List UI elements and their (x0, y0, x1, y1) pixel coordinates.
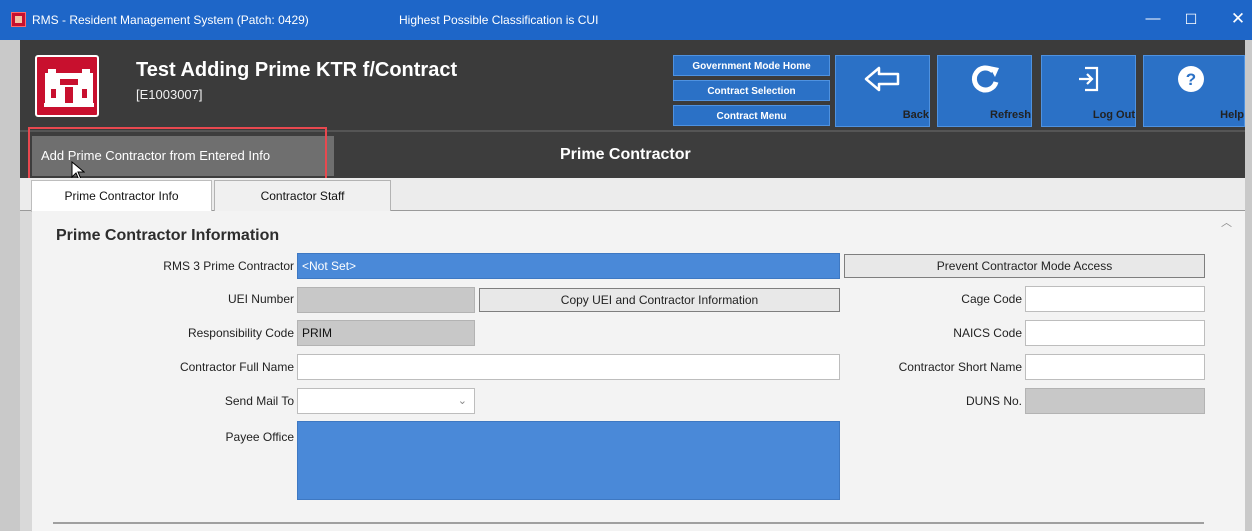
responsibility-code-field[interactable]: PRIM (297, 320, 475, 346)
contract-menu-link[interactable]: Contract Menu (673, 105, 830, 126)
send-mail-to-dropdown[interactable]: ⌄ (297, 388, 475, 414)
classification-label: Highest Possible Classification is CUI (399, 13, 599, 27)
help-icon: ? (1178, 66, 1204, 92)
duns-label: DUNS No. (965, 394, 1022, 408)
scroll-up-icon[interactable]: ︿ (1221, 214, 1232, 230)
send-mail-to-label: Send Mail To (224, 394, 294, 408)
prime-contractor-bar: Add Prime Contractor from Entered Info P… (20, 127, 1245, 181)
tab-contractor-staff[interactable]: Contractor Staff (214, 180, 391, 211)
prevent-contractor-mode-access-button[interactable]: Prevent Contractor Mode Access (844, 254, 1205, 278)
refresh-label: Refresh (990, 109, 1031, 121)
refresh-icon (971, 65, 999, 93)
back-label: Back (902, 109, 929, 121)
logout-icon (1079, 66, 1099, 92)
maximize-button[interactable]: ☐ (1178, 8, 1204, 30)
help-button[interactable]: ? Help (1143, 55, 1245, 127)
chevron-down-icon: ⌄ (457, 395, 467, 407)
naics-code-label: NAICS Code (953, 326, 1022, 340)
uei-number-field[interactable] (297, 287, 475, 313)
government-mode-home-link[interactable]: Government Mode Home (673, 55, 830, 76)
form-panel: ︿ Prime Contractor Information RMS 3 Pri… (32, 211, 1245, 531)
payee-office-label: Payee Office (225, 430, 294, 444)
window-frame-right (1245, 40, 1252, 531)
help-label: Help (1220, 109, 1244, 121)
page-title: Test Adding Prime KTR f/Contract (136, 59, 458, 81)
window-frame-left (0, 40, 20, 531)
tab-bar: Prime Contractor Info Contractor Staff (20, 178, 1245, 212)
back-arrow-icon (864, 66, 900, 92)
form-section-title: Prime Contractor Information (56, 227, 280, 244)
svg-text:?: ? (1186, 70, 1196, 89)
responsibility-code-label: Responsibility Code (187, 326, 294, 340)
naics-code-field[interactable] (1025, 320, 1205, 346)
contractor-short-name-label: Contractor Short Name (898, 360, 1022, 374)
window-titlebar: RMS - Resident Management System (Patch:… (0, 0, 1252, 40)
divider (53, 522, 1204, 524)
payee-office-field[interactable] (297, 421, 840, 500)
cage-code-label: Cage Code (961, 292, 1022, 306)
contractor-short-name-field[interactable] (1025, 354, 1205, 380)
contract-selection-link[interactable]: Contract Selection (673, 80, 830, 101)
section-header-title: Prime Contractor (560, 146, 691, 163)
rms3-prime-contractor-field[interactable]: <Not Set> (297, 253, 840, 279)
rms3-prime-contractor-label: RMS 3 Prime Contractor (163, 259, 294, 273)
usace-castle-icon (35, 55, 99, 117)
minimize-button[interactable]: — (1140, 8, 1166, 30)
window-title: RMS - Resident Management System (Patch:… (32, 13, 309, 27)
logout-label: Log Out (1092, 109, 1135, 121)
uei-number-label: UEI Number (227, 292, 294, 306)
contractor-full-name-label: Contractor Full Name (179, 360, 294, 374)
logout-button[interactable]: Log Out (1041, 55, 1136, 127)
copy-uei-button[interactable]: Copy UEI and Contractor Information (479, 288, 840, 312)
cage-code-field[interactable] (1025, 286, 1205, 312)
contractor-full-name-field[interactable] (297, 354, 840, 380)
tab-prime-contractor-info[interactable]: Prime Contractor Info (31, 180, 212, 212)
refresh-button[interactable]: Refresh (937, 55, 1032, 127)
app-header: Test Adding Prime KTR f/Contract [E10030… (20, 40, 1245, 130)
duns-field[interactable] (1025, 388, 1205, 414)
contract-number: [E1003007] (136, 87, 203, 102)
close-button[interactable]: ✕ (1225, 8, 1251, 30)
back-button[interactable]: Back (835, 55, 930, 127)
rms-castle-icon (11, 12, 26, 27)
